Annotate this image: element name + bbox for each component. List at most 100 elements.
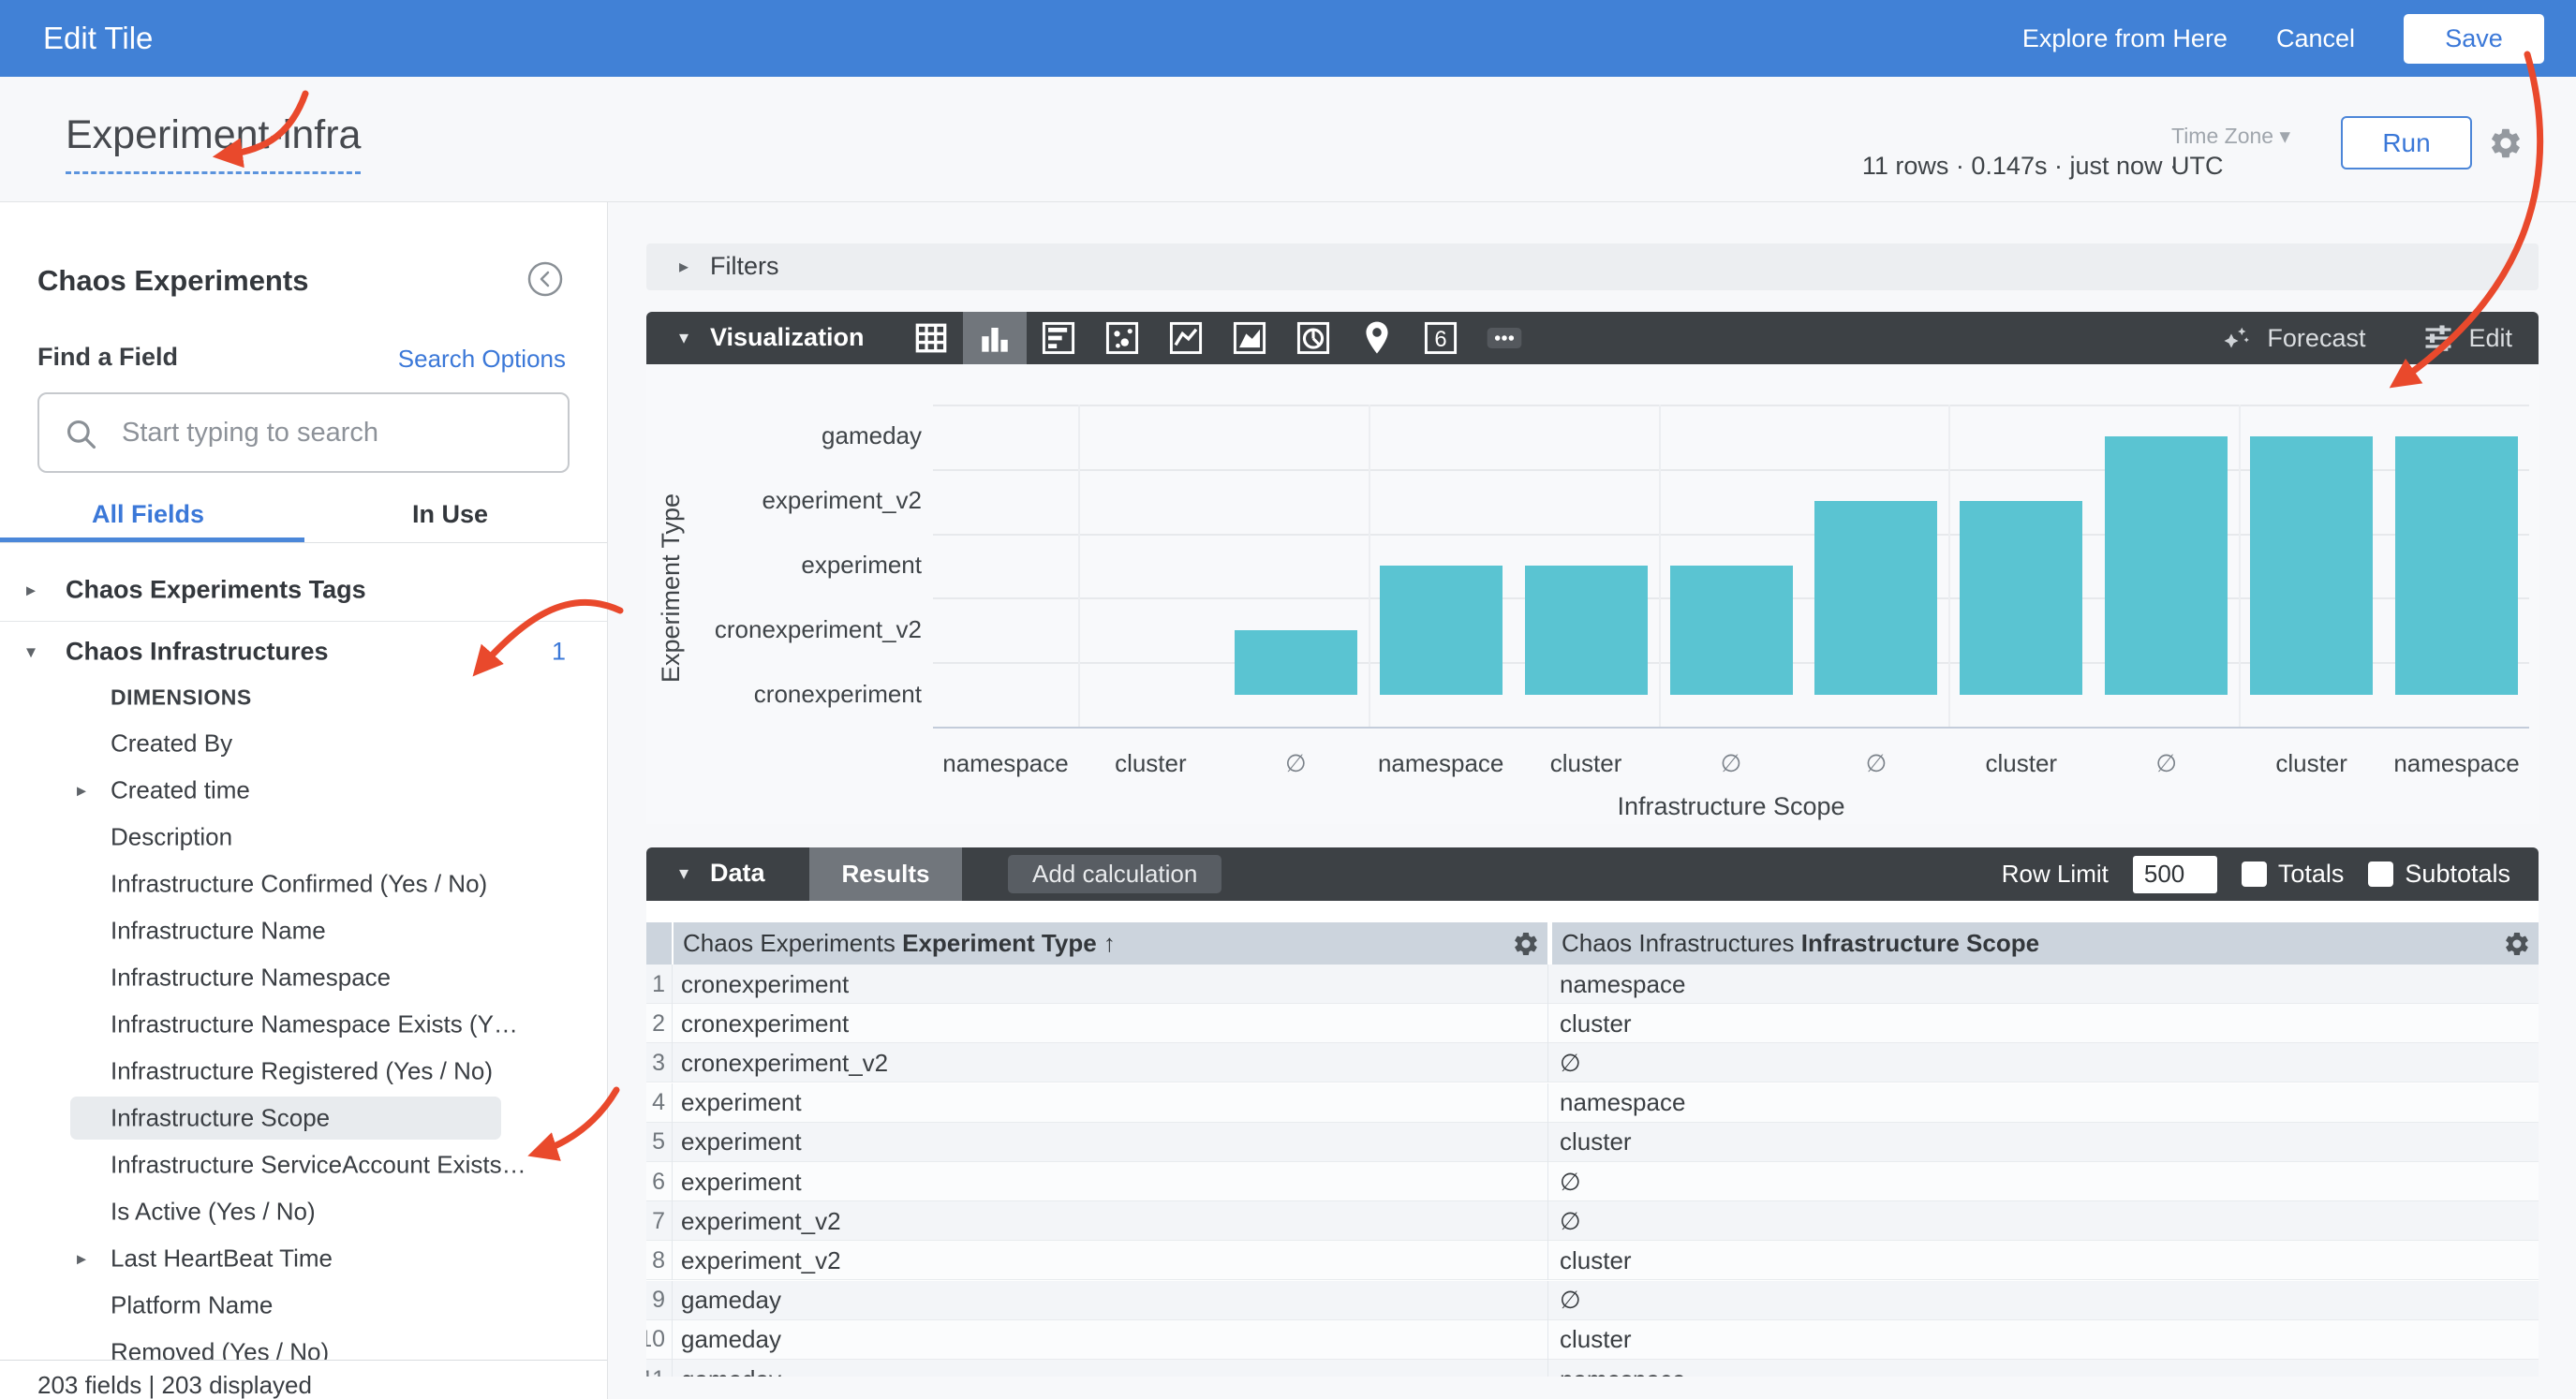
chevron-down-icon[interactable]: ▾ <box>26 641 36 664</box>
chevron-right-icon[interactable]: ▸ <box>77 1247 86 1271</box>
cell-experiment-type: cronexperiment <box>681 965 1547 1004</box>
row-number: 7 <box>646 1201 665 1241</box>
sidebar-field-infrastructure-serviceaccount-exists-[interactable]: Infrastructure ServiceAccount Exists… <box>0 1141 607 1188</box>
sidebar-field-created-by[interactable]: Created By <box>0 720 607 767</box>
column-header-infrastructure-scope[interactable]: Chaos Infrastructures Infrastructure Sco… <box>1552 922 2539 965</box>
tab-results[interactable]: Results <box>809 847 962 901</box>
sidebar-field-is-active-yes-no-[interactable]: Is Active (Yes / No) <box>0 1188 607 1235</box>
timezone-dropdown[interactable]: Time Zone ▾ <box>2171 124 2293 149</box>
x-tick-label: cluster <box>1514 749 1659 778</box>
viz-type-bar-icon[interactable] <box>1027 312 1090 364</box>
collapse-sidebar-icon[interactable] <box>526 260 564 298</box>
row-number: 1 <box>646 965 665 1004</box>
sidebar-field-infrastructure-namespace[interactable]: Infrastructure Namespace <box>0 954 607 1001</box>
viz-type-more-icon[interactable] <box>1473 312 1536 364</box>
row-number: 4 <box>646 1083 665 1123</box>
sidebar-group-chaos-infrastructures[interactable]: ▾Chaos Infrastructures1 <box>0 628 607 675</box>
sidebar-field-last-heartbeat-time[interactable]: ▸Last HeartBeat Time <box>0 1235 607 1282</box>
tab-in-use[interactable]: In Use <box>412 500 488 529</box>
viz-type-column-icon[interactable] <box>963 312 1027 364</box>
chart-bar[interactable] <box>2395 436 2518 694</box>
chevron-right-icon[interactable]: ▸ <box>26 579 36 602</box>
cell-infrastructure-scope: namespace <box>1560 965 2539 1004</box>
chevron-right-icon[interactable]: ▸ <box>77 779 86 803</box>
table-row[interactable]: 8experiment_v2cluster <box>646 1241 2539 1280</box>
table-row[interactable]: 1 cronexperiment namespace <box>646 965 2539 1004</box>
data-label[interactable]: Data <box>710 859 765 888</box>
totals-checkbox[interactable] <box>2242 861 2267 887</box>
table-row[interactable]: 3cronexperiment_v2∅ <box>646 1043 2539 1082</box>
table-row[interactable]: 4experimentnamespace <box>646 1083 2539 1123</box>
sidebar-field-infrastructure-scope[interactable]: Infrastructure Scope <box>0 1095 607 1141</box>
subtotals-toggle[interactable]: Subtotals <box>2368 860 2510 889</box>
sidebar-field-platform-name[interactable]: Platform Name <box>0 1282 607 1329</box>
top-bar: Edit Tile Explore from Here Cancel Save <box>0 0 2576 77</box>
chart-bar[interactable] <box>1235 630 1357 695</box>
chart-bar[interactable] <box>1814 501 1937 694</box>
chart-bar[interactable] <box>1670 566 1793 695</box>
viz-type-pie-icon[interactable] <box>1281 312 1345 364</box>
cell-experiment-type: gameday <box>681 1320 1547 1360</box>
table-row[interactable]: 7experiment_v2∅ <box>646 1201 2539 1241</box>
viz-type-area-icon[interactable] <box>1218 312 1281 364</box>
tile-title-input[interactable]: Experiment-infra <box>66 112 361 174</box>
sidebar-field-infrastructure-registered-yes-no-[interactable]: Infrastructure Registered (Yes / No) <box>0 1048 607 1095</box>
run-button[interactable]: Run <box>2341 116 2472 169</box>
search-options-link[interactable]: Search Options <box>398 345 566 374</box>
table-row[interactable]: 10gamedaycluster <box>646 1320 2539 1360</box>
bar-chart-canvas: Experiment Type Infrastructure Scope gam… <box>646 364 2539 824</box>
viz-type-map-icon[interactable] <box>1345 312 1409 364</box>
cancel-link[interactable]: Cancel <box>2276 24 2355 53</box>
visualization-label[interactable]: Visualization <box>710 323 865 352</box>
gear-icon[interactable] <box>1512 930 1540 958</box>
chevron-down-icon[interactable]: ▾ <box>679 326 688 349</box>
tab-all-fields[interactable]: All Fields <box>92 500 204 529</box>
table-row[interactable]: 2cronexperimentcluster <box>646 1004 2539 1043</box>
search-input[interactable] <box>122 396 553 469</box>
sidebar-group-chaos-experiments-tags[interactable]: ▸Chaos Experiments Tags <box>0 567 607 613</box>
divider <box>0 1360 607 1361</box>
chart-bar[interactable] <box>1525 566 1648 695</box>
field-label: Infrastructure ServiceAccount Exists… <box>111 1151 526 1180</box>
add-calculation-button[interactable]: Add calculation <box>1008 855 1221 893</box>
table-row[interactable]: 5experimentcluster <box>646 1123 2539 1162</box>
viz-type-line-icon[interactable] <box>1154 312 1218 364</box>
forecast-button[interactable]: Forecast <box>2220 321 2365 355</box>
filters-section-header[interactable]: ▸ Filters <box>646 243 2539 290</box>
edit-viz-label: Edit <box>2468 324 2512 353</box>
gear-icon[interactable] <box>2503 930 2531 958</box>
totals-toggle[interactable]: Totals <box>2242 860 2345 889</box>
sidebar-field-created-time[interactable]: ▸Created time <box>0 767 607 814</box>
gridline <box>1659 405 1661 727</box>
sidebar-field-removed-yes-no-[interactable]: Removed (Yes / No) <box>0 1329 607 1360</box>
chart-bar[interactable] <box>2105 436 2228 694</box>
table-row[interactable]: 11gamedaynamespace <box>646 1360 2539 1377</box>
fields-in-use-badge: 1 <box>552 638 566 667</box>
explore-from-here-link[interactable]: Explore from Here <box>2022 24 2228 53</box>
search-icon <box>64 417 99 452</box>
cell-infrastructure-scope: ∅ <box>1560 1201 2539 1241</box>
chevron-down-icon[interactable]: ▾ <box>679 861 688 885</box>
viz-type-scatter-icon[interactable] <box>1090 312 1154 364</box>
sidebar-field-infrastructure-confirmed-yes-no-[interactable]: Infrastructure Confirmed (Yes / No) <box>0 861 607 907</box>
sidebar-field-description[interactable]: Description <box>0 814 607 861</box>
viz-type-table-icon[interactable] <box>899 312 963 364</box>
sidebar-field-infrastructure-name[interactable]: Infrastructure Name <box>0 907 607 954</box>
edit-viz-button[interactable]: Edit <box>2421 321 2512 355</box>
save-button[interactable]: Save <box>2404 14 2544 64</box>
row-limit-input[interactable] <box>2133 856 2217 893</box>
table-row[interactable]: 9gameday∅ <box>646 1281 2539 1320</box>
row-number: 10 <box>646 1320 665 1360</box>
x-tick-label: ∅ <box>1223 749 1369 778</box>
column-header-experiment-type[interactable]: Chaos Experiments Experiment Type ↑ <box>674 922 1547 965</box>
subtotals-checkbox[interactable] <box>2368 861 2393 887</box>
chart-bar[interactable] <box>1960 501 2082 694</box>
chart-bar[interactable] <box>2250 436 2373 694</box>
table-row[interactable]: 6experiment∅ <box>646 1162 2539 1201</box>
gear-icon[interactable] <box>2488 125 2524 161</box>
viz-type-single-value-icon[interactable]: 6 <box>1409 312 1473 364</box>
chart-bar[interactable] <box>1380 566 1503 695</box>
sidebar-field-infrastructure-namespace-exists-y-[interactable]: Infrastructure Namespace Exists (Y… <box>0 1001 607 1048</box>
x-axis-line <box>933 727 2529 729</box>
x-tick-label: namespace <box>1369 749 1514 778</box>
